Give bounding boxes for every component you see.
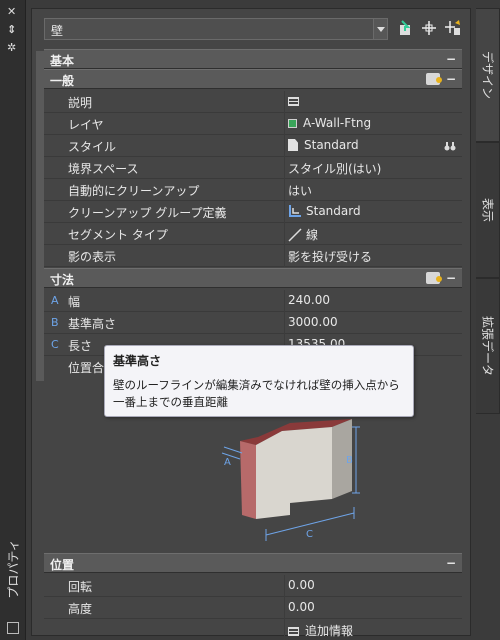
auto-cleanup-value[interactable]: はい <box>288 182 312 199</box>
property-label: 境界スペース <box>68 162 139 176</box>
section-general[interactable]: 一般 − <box>44 69 462 89</box>
section-basic-label: 基本 <box>50 54 75 68</box>
cleanup-group-icon <box>289 205 301 217</box>
property-label: 回転 <box>68 580 93 594</box>
scrollbar[interactable] <box>36 51 44 381</box>
property-row-style[interactable]: スタイル Standard <box>44 135 462 157</box>
dimension-letter: C <box>51 338 59 351</box>
property-row-layer[interactable]: レイヤ A-Wall-Ftng <box>44 113 462 135</box>
svg-text:B: B <box>346 455 353 466</box>
property-row-description[interactable]: 説明 <box>44 91 462 113</box>
property-label: クリーンアップ グループ定義 <box>68 206 227 220</box>
select-objects-icon[interactable] <box>420 19 438 37</box>
collapse-icon[interactable]: − <box>446 52 456 66</box>
base-height-value[interactable]: 3000.00 <box>288 315 338 329</box>
close-icon[interactable]: ✕ <box>7 6 16 18</box>
object-type-dropdown[interactable]: 壁 <box>44 18 388 40</box>
properties-panel: 壁 基本 − 一般 − 説明 レイヤ A-Wall-Ftng スタイル Stan… <box>26 0 476 640</box>
property-label: 影の表示 <box>68 250 117 264</box>
style-icon <box>288 139 298 151</box>
properties-grid-area: 壁 基本 − 一般 − 説明 レイヤ A-Wall-Ftng スタイル Stan… <box>31 8 471 640</box>
width-value[interactable]: 240.00 <box>288 293 330 307</box>
dimension-letter: A <box>51 294 59 307</box>
section-dimensions-label: 寸法 <box>50 273 75 287</box>
layer-color-icon <box>288 119 297 128</box>
property-row-elevation[interactable]: 高度 0.00 <box>44 597 462 619</box>
chevron-down-icon[interactable] <box>373 19 387 39</box>
quick-select-icon[interactable] <box>444 19 462 37</box>
binoculars-icon[interactable] <box>444 140 456 152</box>
property-label: セグメント タイプ <box>68 228 168 242</box>
dimension-letter: B <box>51 316 59 329</box>
section-location[interactable]: 位置 − <box>44 553 462 573</box>
section-basic[interactable]: 基本 − <box>44 49 462 69</box>
property-tooltip: 基準高さ 壁のルーフラインが編集済みでなければ壁の挿入点から一番上までの垂直距離 <box>104 345 414 417</box>
tab-display[interactable]: 表示 <box>476 142 500 278</box>
property-label: 幅 <box>68 295 81 309</box>
property-row-segment-type[interactable]: セグメント タイプ 線 <box>44 223 462 245</box>
palette-icon[interactable] <box>7 622 19 634</box>
property-label: 位置合 <box>68 361 105 375</box>
rotation-value[interactable]: 0.00 <box>288 578 315 592</box>
additional-info-value[interactable]: 追加情報 <box>288 622 353 639</box>
section-location-label: 位置 <box>50 558 75 572</box>
segment-type-value[interactable]: 線 <box>288 226 318 243</box>
tab-extended-data[interactable]: 拡張データ <box>476 278 500 414</box>
collapse-icon[interactable]: − <box>446 556 456 570</box>
svg-text:A: A <box>224 457 231 468</box>
style-value[interactable]: Standard <box>288 138 359 152</box>
shadow-display-value[interactable]: 影を投げ受ける <box>288 248 372 265</box>
layer-value[interactable]: A-Wall-Ftng <box>288 116 371 130</box>
property-row-base-height[interactable]: B 基準高さ 3000.00 <box>44 312 462 334</box>
wall-dimension-diagram: A B C <box>221 419 360 541</box>
line-segment-icon <box>288 228 302 242</box>
property-label: 長さ <box>68 339 93 353</box>
property-row-rotation[interactable]: 回転 0.00 <box>44 575 462 597</box>
scrollbar-thumb[interactable] <box>36 51 44 381</box>
object-type-value: 壁 <box>51 24 64 38</box>
property-row-auto-cleanup[interactable]: 自動的にクリーンアップ はい <box>44 179 462 201</box>
collapse-icon[interactable]: − <box>446 271 456 285</box>
quick-properties-icon[interactable] <box>426 73 442 85</box>
description-value[interactable] <box>288 94 305 108</box>
section-dimensions[interactable]: 寸法 − <box>44 268 462 288</box>
tooltip-title: 基準高さ <box>113 354 162 368</box>
collapse-icon[interactable]: − <box>446 72 456 86</box>
property-label: レイヤ <box>68 118 104 132</box>
property-label: 基準高さ <box>68 317 117 331</box>
property-row-additional-info[interactable]: 追加情報 <box>44 619 462 640</box>
property-row-shadow-display[interactable]: 影の表示 影を投げ受ける <box>44 245 462 267</box>
additional-info-icon <box>288 627 299 636</box>
property-label: スタイル <box>68 140 117 154</box>
palette-title-strip: ✕ ⇕ ✲ プロパティ <box>0 0 26 640</box>
section-general-label: 一般 <box>50 74 75 88</box>
property-label: 説明 <box>68 96 93 110</box>
autohide-icon[interactable]: ⇕ <box>7 24 16 36</box>
settings-icon[interactable]: ✲ <box>7 42 16 54</box>
tab-design[interactable]: デザイン <box>476 8 500 142</box>
bound-spaces-value[interactable]: スタイル別(はい) <box>288 160 381 177</box>
elevation-value[interactable]: 0.00 <box>288 600 315 614</box>
property-row-cleanup-group[interactable]: クリーンアップ グループ定義 Standard <box>44 201 462 223</box>
tooltip-body: 壁のルーフラインが編集済みでなければ壁の挿入点から一番上までの垂直距離 <box>113 378 400 409</box>
svg-text:C: C <box>306 529 313 540</box>
palette-tabs: デザイン 表示 拡張データ <box>476 0 500 640</box>
property-row-bound-spaces[interactable]: 境界スペース スタイル別(はい) <box>44 157 462 179</box>
quick-properties-icon[interactable] <box>426 272 442 284</box>
property-label: 高度 <box>68 602 93 616</box>
toggle-pickadd-icon[interactable] <box>396 19 414 37</box>
palette-title: プロパティ <box>6 539 21 599</box>
property-row-width[interactable]: A 幅 240.00 <box>44 290 462 312</box>
cleanup-group-value[interactable]: Standard <box>288 204 361 218</box>
property-label: 自動的にクリーンアップ <box>68 184 200 198</box>
edit-table-icon <box>288 97 299 106</box>
toolbar: 壁 <box>44 16 464 44</box>
